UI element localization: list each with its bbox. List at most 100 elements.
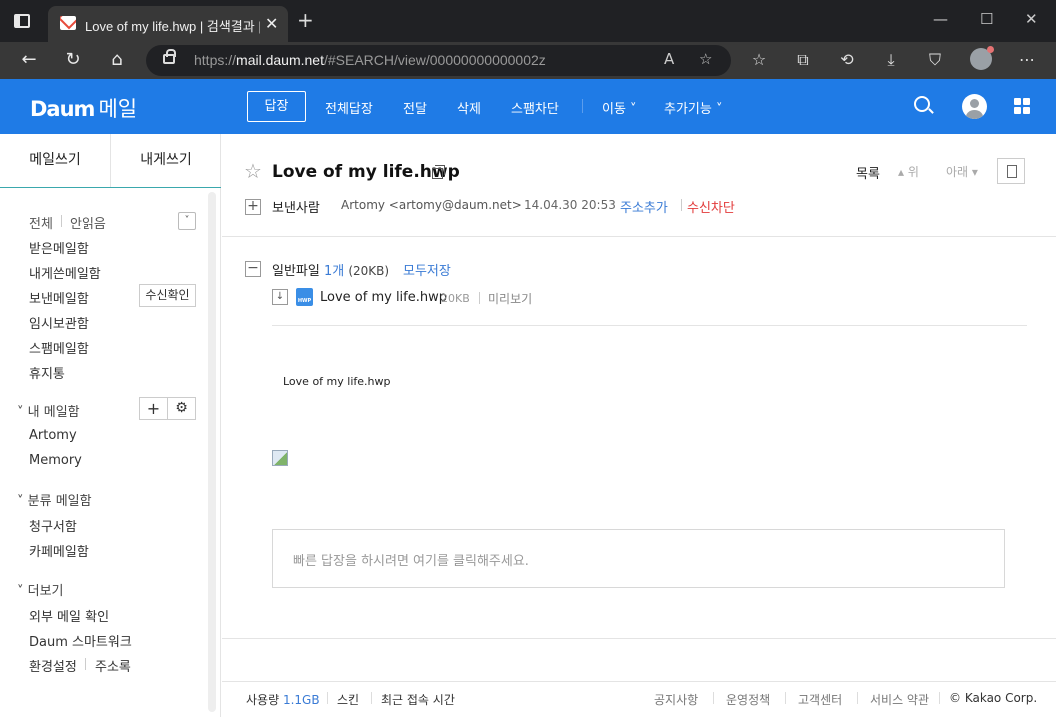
maximize-icon[interactable]: ☐ [980,10,993,28]
sidebar-item-external-mail[interactable]: 외부 메일 확인 [29,606,109,625]
chevron-down-icon: ˅ [625,102,637,117]
lock-icon[interactable] [163,49,176,64]
compose-row: 메일쓰기 내게쓰기 [0,134,221,188]
home-icon[interactable]: ⌂ [105,49,129,70]
save-all-link[interactable]: 모두저장 [403,260,451,279]
attachment-summary: 일반파일 1개 (20KB) [272,260,389,279]
copy-icon[interactable] [432,165,445,179]
hwp-file-icon: HWP [296,288,313,306]
sender-divider [681,199,682,211]
expand-sender-icon[interactable]: + [245,199,261,215]
prev-mail-button[interactable]: ▴ 위 [898,163,919,180]
read-aloud-icon[interactable]: A [664,50,674,68]
delete-button[interactable]: 삭제 [457,98,481,117]
sidebar-scrollbar[interactable] [208,192,216,712]
sidebar-item-self[interactable]: 내게쓴메일함 [29,263,101,282]
star-icon[interactable]: ☆ [244,161,262,181]
sidebar-item-inbox[interactable]: 받은메일함 [29,238,89,257]
add-contact-link[interactable]: 주소추가 [620,197,668,216]
browser-essentials-icon[interactable]: ⛉ [924,50,946,70]
next-label: 아래 [946,165,969,179]
url-scheme: https:// [194,52,237,68]
sidebar-item-address-book[interactable]: 주소록 [95,656,131,675]
favorites-icon[interactable]: ☆ [748,50,770,69]
footer-divider [327,692,328,704]
sidebar-item-settings[interactable]: 환경설정 [29,656,77,675]
reply-all-button[interactable]: 전체답장 [325,98,373,117]
back-icon[interactable]: ← [17,49,41,70]
profile-avatar[interactable] [970,46,994,70]
gear-icon[interactable]: ⚙ [167,397,196,420]
compose-button[interactable]: 메일쓰기 [0,134,110,187]
category-toggle[interactable]: ˅ 분류 메일함 [17,490,92,509]
preview-link[interactable]: 미리보기 [488,290,532,307]
browser-tab[interactable]: Love of my life.hwp | 검색결과 | Daum 메일 ✕ [48,6,288,42]
downloads-icon[interactable]: ⤓ [880,50,902,70]
my-folders-toggle[interactable]: ˅ 내 메일함 [17,401,80,420]
sidebar-item-folder[interactable]: Memory [29,453,82,468]
close-tab-icon[interactable]: ✕ [265,14,278,33]
collapse-attachments-icon[interactable]: − [245,261,261,277]
move-label: 이동 [602,102,626,117]
quick-reply-box[interactable]: 빠른 답장을 하시려면 여기를 클릭해주세요. [272,529,1005,588]
collections-icon[interactable]: ⧉ [792,50,814,70]
sidebar-item-trash[interactable]: 휴지통 [29,363,65,382]
forward-button[interactable]: 전달 [403,98,427,117]
sidebar-item-cafe[interactable]: 카페메일함 [29,541,89,560]
category-title: 분류 메일함 [27,494,92,509]
compose-self-button[interactable]: 내게쓰기 [111,134,221,187]
new-tab-icon[interactable]: + [297,10,314,30]
refresh-icon[interactable]: ↻ [61,49,85,70]
print-icon[interactable] [997,158,1025,184]
download-icon[interactable]: ↓ [272,289,288,305]
mail-body-text: Love of my life.hwp [283,375,391,388]
daum-logo[interactable]: Daum 메일 [30,93,137,123]
sidebar-item-folder[interactable]: Artomy [29,428,77,443]
apps-grid-icon[interactable] [1014,98,1030,114]
block-sender-link[interactable]: 수신차단 [687,197,735,216]
next-mail-button[interactable]: 아래 ▾ [946,163,978,180]
read-confirm-button[interactable]: 수신확인 [139,284,196,307]
more-title: 더보기 [27,584,64,599]
sidebar-item-drafts[interactable]: 임시보관함 [29,313,89,332]
filter-divider [61,215,62,227]
more-features-menu[interactable]: 추가기능 ˅ [664,98,722,117]
attachment-file-name[interactable]: Love of my life.hwp [320,290,447,305]
tab-actions-icon[interactable] [14,14,30,28]
chevron-down-icon[interactable]: ˅ [178,212,196,230]
more-features-label: 추가기능 [664,102,712,117]
more-menu-icon[interactable]: ⋯ [1016,50,1038,69]
sender-address[interactable]: Artomy <artomy@daum.net> [341,198,522,212]
reply-button[interactable]: 답장 [247,91,306,122]
storage-usage[interactable]: 사용량 1.1GB [246,691,320,708]
footer-divider [785,692,786,704]
add-folder-icon[interactable]: + [139,397,168,420]
settings-divider [85,658,86,670]
attachment-file-size: 20KB [441,292,470,305]
filter-unread[interactable]: 안읽음 [70,213,106,232]
address-bar[interactable]: https://mail.daum.net/#SEARCH/view/00000… [146,45,731,76]
add-favorite-icon[interactable]: ☆ [699,50,712,68]
help-link[interactable]: 고객센터 [798,691,842,708]
filter-all[interactable]: 전체 [29,213,53,232]
mail-header: Daum 메일 답장 전체답장 전달 삭제 스팸차단 이동 ˅ 추가기능 ˅ [0,79,1056,134]
sidebar-item-bills[interactable]: 청구서함 [29,516,77,535]
notice-link[interactable]: 공지사항 [654,691,698,708]
policy-link[interactable]: 운영정책 [726,691,770,708]
search-icon[interactable] [914,96,930,112]
sidebar-item-sent[interactable]: 보낸메일함 [29,288,89,307]
user-avatar[interactable] [962,94,987,119]
history-icon[interactable]: ⟲ [836,50,858,69]
terms-link[interactable]: 서비스 약관 [870,691,929,708]
more-toggle[interactable]: ˅ 더보기 [17,580,64,599]
skin-link[interactable]: 스킨 [337,691,359,708]
minimize-icon[interactable]: — [933,10,948,28]
list-button[interactable]: 목록 [856,163,880,182]
usage-value: 1.1GB [282,693,320,707]
move-menu[interactable]: 이동 ˅ [602,98,637,117]
close-window-icon[interactable]: ✕ [1025,10,1038,28]
sidebar-item-smartwork[interactable]: Daum 스마트워크 [29,631,132,650]
last-login-link[interactable]: 최근 접속 시간 [381,691,455,708]
block-spam-button[interactable]: 스팸차단 [511,98,559,117]
sidebar-item-spam[interactable]: 스팸메일함 [29,338,89,357]
